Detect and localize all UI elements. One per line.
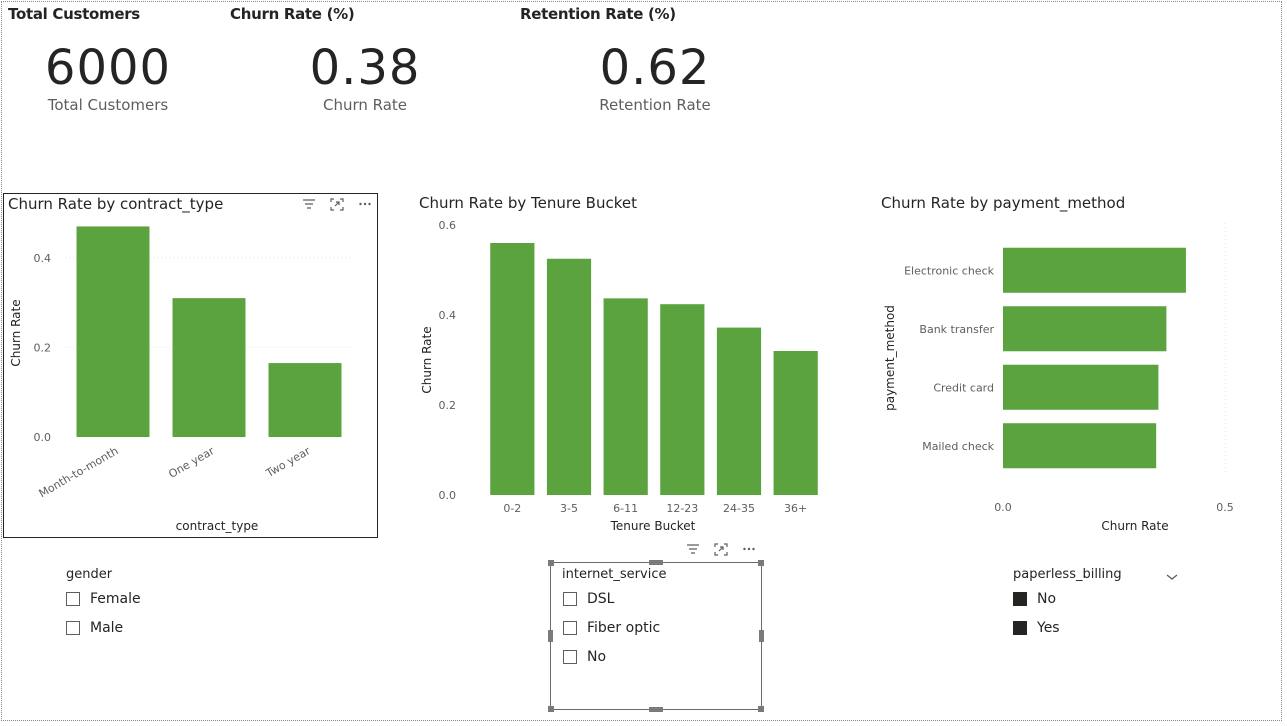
checkbox[interactable] bbox=[66, 592, 80, 606]
slicer-item-yes[interactable]: Yes bbox=[1013, 620, 1060, 636]
y-tick-label: 0.0 bbox=[34, 431, 52, 444]
checkbox[interactable] bbox=[66, 621, 80, 635]
chart-payment-method-plot: 0.0 0.5 Electronic check Bank transfer Credi… bbox=[883, 223, 1234, 533]
slicer-item-female[interactable]: Female bbox=[66, 591, 141, 607]
y-tick-label: 0.2 bbox=[439, 399, 457, 412]
kpi-value: 6000 bbox=[44, 40, 172, 96]
kpi-label: Churn Rate bbox=[322, 96, 408, 114]
y-tick-label: Bank transfer bbox=[919, 323, 994, 336]
slicer-item-label: Fiber optic bbox=[587, 620, 661, 636]
filter-icon[interactable] bbox=[686, 543, 700, 559]
slicer-item-dsl[interactable]: DSL bbox=[563, 591, 614, 607]
resize-handle[interactable] bbox=[548, 560, 554, 566]
kpi-value: 0.62 bbox=[599, 40, 711, 96]
slicer-item-label: Female bbox=[90, 591, 141, 607]
y-tick-label: 0.4 bbox=[439, 309, 457, 322]
bar bbox=[660, 304, 705, 495]
resize-handle[interactable] bbox=[758, 560, 764, 566]
resize-handle[interactable] bbox=[759, 630, 764, 642]
x-axis-title: Tenure Bucket bbox=[610, 519, 696, 533]
kpi-card-retention-rate[interactable]: 0.62 Retention Rate bbox=[555, 40, 755, 114]
focus-mode-icon[interactable] bbox=[714, 543, 728, 560]
slicer-title: internet_service bbox=[562, 567, 667, 582]
y-tick-label: 0.2 bbox=[34, 341, 52, 354]
resize-handle[interactable] bbox=[548, 630, 553, 642]
bar bbox=[268, 363, 342, 437]
x-tick-label: Two year bbox=[263, 444, 313, 480]
bar bbox=[76, 226, 150, 437]
kpi-header-total-customers: Total Customers bbox=[8, 5, 140, 23]
bar bbox=[1003, 247, 1186, 293]
bar bbox=[546, 258, 592, 495]
x-tick-label: 0.0 bbox=[994, 501, 1012, 514]
slicer-item-no[interactable]: No bbox=[563, 649, 606, 665]
slicer-item-fiber-optic[interactable]: Fiber optic bbox=[563, 620, 660, 636]
x-tick-label: 3-5 bbox=[560, 502, 578, 515]
x-tick-label: Month-to-month bbox=[37, 444, 121, 500]
slicer-title: paperless_billing bbox=[1013, 567, 1122, 582]
chart-tenure-bucket-plot: 0.0 0.2 0.4 0.6 0-2 3-5 6-11 12-23 24-35 36+ Churn… bbox=[420, 219, 818, 533]
y-tick-label: Credit card bbox=[933, 381, 994, 394]
y-tick-label: 0.4 bbox=[34, 252, 52, 265]
kpi-label: Retention Rate bbox=[599, 96, 711, 114]
x-tick-label: 0-2 bbox=[503, 502, 521, 515]
x-axis-title: Churn Rate bbox=[1101, 519, 1168, 533]
slicer-item-label: Yes bbox=[1037, 620, 1060, 636]
x-tick-label: 0.5 bbox=[1216, 501, 1234, 514]
bar bbox=[1003, 423, 1157, 469]
bar bbox=[172, 298, 246, 437]
slicer-paperless-billing: paperless_billing No Yes bbox=[1007, 563, 1207, 663]
kpi-header-retention-rate: Retention Rate (%) bbox=[520, 5, 676, 23]
x-tick-label: 12-23 bbox=[666, 502, 698, 515]
chart-contract-type-plot: 0.0 0.2 0.4 Month-to-month One year Two year C… bbox=[9, 226, 353, 533]
checkbox-checked[interactable] bbox=[1013, 592, 1027, 606]
slicer-item-label: DSL bbox=[587, 591, 615, 607]
chevron-down-icon[interactable] bbox=[1165, 567, 1179, 586]
kpi-header-churn-rate: Churn Rate (%) bbox=[230, 5, 355, 23]
kpi-card-churn-rate[interactable]: 0.38 Churn Rate bbox=[265, 40, 465, 114]
slicer-item-label: No bbox=[1037, 591, 1057, 607]
checkbox-checked[interactable] bbox=[1013, 621, 1027, 635]
x-tick-label: 24-35 bbox=[723, 502, 755, 515]
y-tick-label: Electronic check bbox=[904, 264, 995, 277]
y-axis-title: Churn Rate bbox=[9, 299, 23, 366]
slicer-internet-service[interactable]: internet_service DSL Fiber optic No bbox=[548, 560, 764, 712]
bar bbox=[1003, 306, 1167, 352]
checkbox[interactable] bbox=[563, 650, 577, 664]
y-tick-label: Mailed check bbox=[922, 440, 994, 453]
x-tick-label: 36+ bbox=[784, 502, 807, 515]
y-tick-label: 0.0 bbox=[439, 489, 457, 502]
bar bbox=[490, 243, 535, 495]
bar bbox=[773, 351, 818, 495]
slicer-item-label: Male bbox=[90, 620, 124, 636]
resize-handle[interactable] bbox=[649, 560, 663, 565]
bar bbox=[716, 327, 762, 495]
kpi-value: 0.38 bbox=[309, 40, 421, 96]
slicer-item-no[interactable]: No bbox=[1013, 591, 1056, 607]
slicer-item-label: No bbox=[587, 649, 607, 665]
slicer-item-male[interactable]: Male bbox=[66, 620, 123, 636]
x-axis-title: contract_type bbox=[176, 519, 259, 533]
bar bbox=[603, 298, 648, 495]
resize-handle[interactable] bbox=[548, 706, 554, 712]
y-axis-title: payment_method bbox=[883, 305, 897, 411]
checkbox[interactable] bbox=[563, 592, 577, 606]
more-options-icon[interactable] bbox=[742, 543, 756, 559]
kpi-card-total-customers[interactable]: 6000 Total Customers bbox=[8, 40, 208, 114]
y-axis-title: Churn Rate bbox=[420, 326, 434, 393]
x-tick-label: 6-11 bbox=[613, 502, 638, 515]
x-tick-label: One year bbox=[166, 444, 217, 481]
resize-handle[interactable] bbox=[758, 706, 764, 712]
y-tick-label: 0.6 bbox=[439, 219, 457, 232]
slicer-gender: gender Female Male bbox=[60, 563, 260, 663]
checkbox[interactable] bbox=[563, 621, 577, 635]
bar bbox=[1003, 364, 1159, 410]
slicer-title: gender bbox=[66, 567, 113, 582]
resize-handle[interactable] bbox=[649, 707, 663, 712]
kpi-label: Total Customers bbox=[47, 96, 169, 114]
